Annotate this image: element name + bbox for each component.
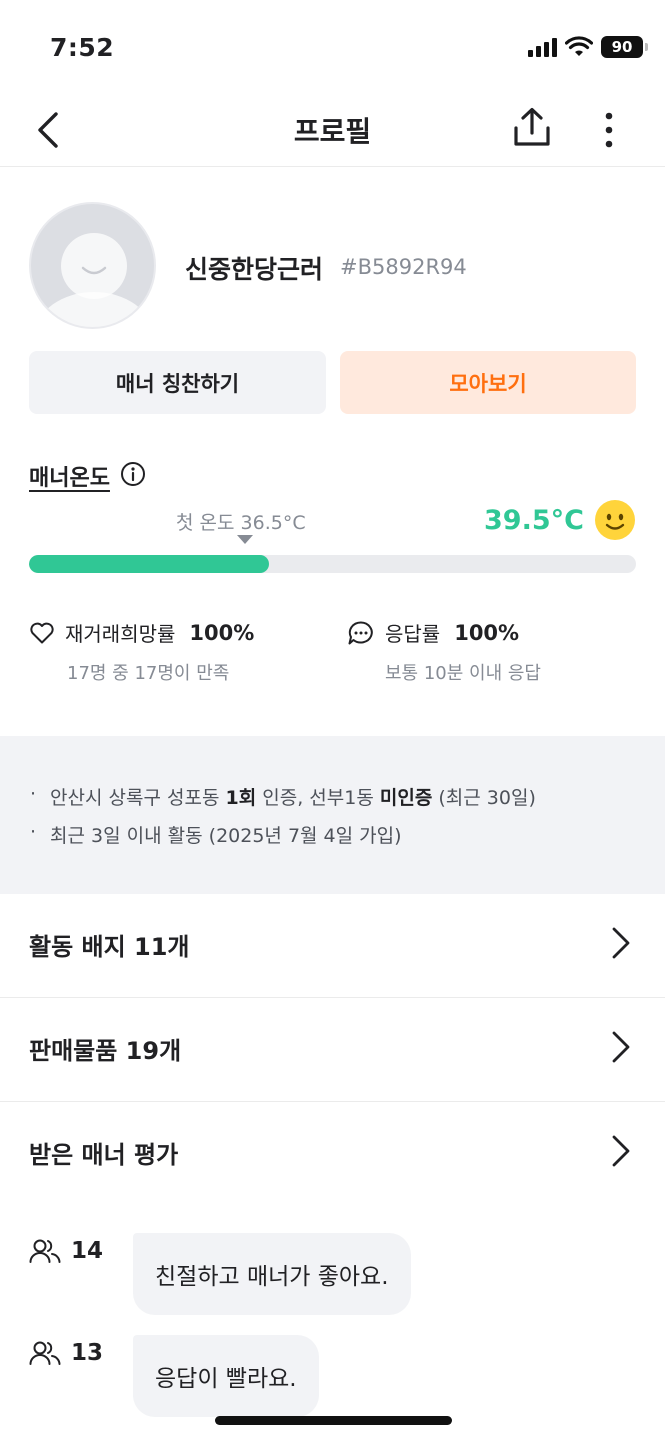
response-rate-label: 응답률 [385, 622, 441, 646]
share-icon[interactable] [510, 106, 554, 150]
verify-count: 1회 [225, 787, 257, 809]
review-bubble: 친절하고 매너가 좋아요. [133, 1233, 411, 1315]
nickname: 신중한당근러 [185, 255, 324, 284]
recent-activity-text: 최근 3일 이내 활동 (2025년 7월 4일 가입) [50, 825, 402, 847]
users-icon [29, 1341, 61, 1365]
review-count-value: 14 [71, 1238, 104, 1264]
repurchase-rate-label: 재거래희망률 [65, 622, 176, 646]
battery-indicator: 90 [601, 36, 648, 58]
repurchase-rate-detail: 17명 중 17명이 만족 [67, 663, 230, 684]
temperature-bar [29, 555, 636, 573]
activity-info-box: · 안산시 상록구 성포동 1회 인증, 선부1동 미인증 (최근 30일) ·… [0, 736, 665, 894]
response-rate-detail: 보통 10분 이내 응답 [385, 663, 541, 684]
collect-button[interactable]: 모아보기 [340, 351, 636, 414]
review-bubble: 응답이 빨라요. [133, 1335, 319, 1417]
page-title: 프로필 [293, 115, 372, 148]
status-time: 7:52 [50, 33, 115, 62]
review-count-value: 13 [71, 1340, 104, 1366]
avatar[interactable] [29, 202, 156, 329]
user-id: #B5892R94 [340, 255, 467, 279]
praise-manner-button[interactable]: 매너 칭찬하기 [29, 351, 326, 414]
repurchase-rate-stat: 재거래희망률 100% 17명 중 17명이 만족 [29, 618, 254, 685]
more-options-icon[interactable] [594, 108, 624, 152]
verify-middle: 인증, 선부1동 [262, 787, 374, 809]
nav-bar: 프로필 [0, 92, 665, 167]
review-count: 13 [29, 1339, 103, 1367]
users-icon [29, 1239, 61, 1263]
bullet: · [30, 821, 37, 843]
default-avatar-icon [36, 233, 152, 327]
cellular-signal-icon [528, 37, 557, 57]
temperature-bar-fill [29, 555, 269, 573]
temperature-value: 39.5°C [484, 505, 584, 536]
verify-location: 안산시 상록구 성포동 [50, 787, 220, 809]
wifi-icon [565, 36, 593, 56]
status-bar: 7:52 90 [0, 0, 665, 92]
manner-reviews-label: 받은 매너 평가 [29, 1141, 179, 1169]
chevron-right-icon [612, 927, 630, 959]
review-count: 14 [29, 1237, 103, 1265]
sales-items-label: 판매물품 19개 [29, 1037, 182, 1065]
repurchase-rate-value: 100% [189, 620, 255, 645]
heart-icon [30, 622, 54, 643]
chat-bubble-icon [348, 620, 373, 644]
manner-reviews-row[interactable]: 받은 매너 평가 [0, 1102, 665, 1206]
bullet: · [30, 783, 37, 805]
sales-items-row[interactable]: 판매물품 19개 [0, 998, 665, 1102]
activity-badges-label: 활동 배지 11개 [29, 933, 190, 961]
chevron-right-icon [612, 1135, 630, 1167]
recent-activity-info: · 최근 3일 이내 활동 (2025년 7월 4일 가입) [30, 821, 402, 848]
activity-badges-row[interactable]: 활동 배지 11개 [0, 894, 665, 998]
location-verification-info: · 안산시 상록구 성포동 1회 인증, 선부1동 미인증 (최근 30일) [30, 783, 536, 810]
response-rate-stat: 응답률 100% 보통 10분 이내 응답 [347, 618, 541, 685]
verify-status: 미인증 [379, 787, 433, 809]
smiley-face-icon [595, 500, 635, 540]
first-temperature-label: 첫 온도 36.5°C [176, 512, 306, 534]
home-indicator[interactable] [215, 1416, 452, 1425]
manner-temperature-label[interactable]: 매너온도 [29, 460, 110, 492]
info-icon[interactable] [120, 461, 146, 487]
response-rate-value: 100% [454, 620, 520, 645]
status-icons: 90 [528, 36, 648, 58]
first-temperature-marker [237, 535, 253, 544]
chevron-right-icon [612, 1031, 630, 1063]
verify-period: (최근 30일) [438, 787, 536, 809]
